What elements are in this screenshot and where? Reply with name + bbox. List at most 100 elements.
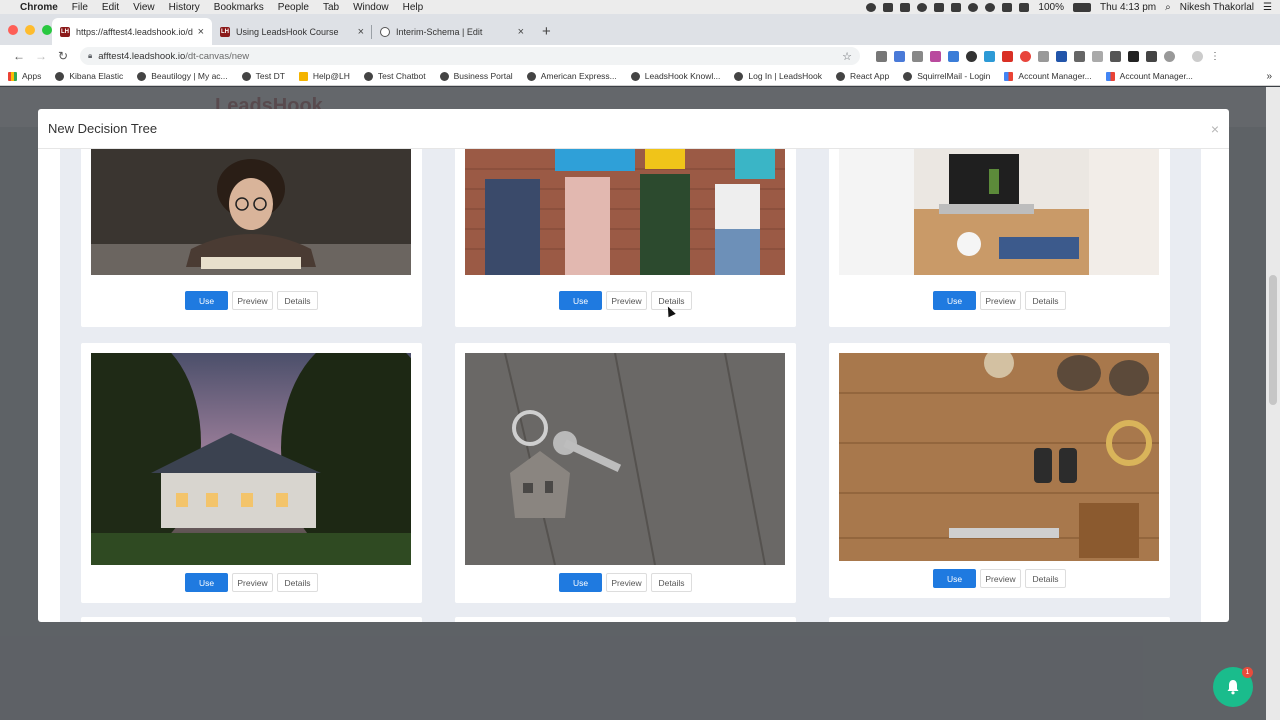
extension-icon[interactable] [894,50,905,62]
control-center-icon[interactable]: ☰ [1263,2,1272,13]
spotlight-icon[interactable]: ⌕ [1165,2,1171,13]
lock-icon[interactable]: 🔒︎ [88,51,92,61]
use-button[interactable]: Use [185,291,228,310]
menu-file[interactable]: File [72,2,88,13]
scrollbar-thumb[interactable] [1269,275,1277,405]
display-icon[interactable] [951,2,962,12]
extension-icon[interactable] [1128,50,1139,62]
chrome-menu-icon[interactable]: ⋮ [1210,51,1220,62]
camera-icon[interactable] [934,2,945,12]
sync-icon[interactable] [968,2,979,12]
bookmark-item[interactable]: Help@LH [298,71,350,81]
bookmark-item[interactable]: Log In | LeadsHook [734,71,822,81]
extension-icon[interactable] [1002,50,1013,62]
menu-window[interactable]: Window [353,2,389,13]
new-tab-icon[interactable]: + [532,23,561,45]
extension-icon[interactable] [948,50,959,62]
preview-button[interactable]: Preview [606,573,647,592]
preview-button[interactable]: Preview [980,291,1021,310]
template-gallery[interactable]: Use Preview Details Use Preview Details … [38,149,1229,622]
close-tab-icon[interactable]: × [198,26,204,38]
close-tab-icon[interactable]: × [358,26,364,38]
page-scrollbar[interactable] [1266,87,1280,720]
tab-leadshook-course[interactable]: LH Using LeadsHook Course × [212,18,372,45]
details-button[interactable]: Details [651,573,692,592]
bookmark-item[interactable]: Test Chatbot [363,71,426,81]
extension-icon[interactable] [1110,50,1121,62]
time-machine-icon[interactable] [985,2,996,12]
extension-icon[interactable] [930,50,941,62]
shield-icon[interactable] [917,2,928,12]
bookmarks-overflow-icon[interactable]: » [1266,71,1272,82]
extension-icon[interactable] [1020,50,1031,62]
bookmark-item[interactable]: Test DT [241,71,285,81]
details-button[interactable]: Details [277,573,318,592]
preview-button[interactable]: Preview [606,291,647,310]
extension-icon[interactable] [1038,50,1049,62]
menu-bookmarks[interactable]: Bookmarks [214,2,264,13]
volume-icon[interactable] [1019,2,1030,12]
close-tab-icon[interactable]: × [518,26,524,38]
menu-edit[interactable]: Edit [102,2,119,13]
extension-icon[interactable] [912,50,923,62]
use-button[interactable]: Use [559,291,602,310]
use-button[interactable]: Use [185,573,228,592]
extension-icon[interactable] [984,50,995,62]
user-name[interactable]: Nikesh Thakorlal [1180,2,1254,13]
battery-percent[interactable]: 100% [1038,2,1064,13]
details-button[interactable]: Details [1025,569,1066,588]
extension-icon[interactable] [1092,50,1103,62]
bookmark-label: Help@LH [312,71,350,81]
bookmark-star-icon[interactable]: ☆ [842,50,852,63]
preview-button[interactable]: Preview [232,573,273,592]
minimize-window-icon[interactable] [25,25,35,35]
bookmark-item[interactable]: Account Manager... [1105,71,1193,81]
battery-icon[interactable] [1072,2,1091,12]
menu-view[interactable]: View [133,2,155,13]
tab-leadshook-canvas[interactable]: LH https://afftest4.leadshook.io/d × [52,18,212,45]
leadshook-favicon-icon: LH [220,26,230,37]
bookmark-item[interactable]: LeadsHook Knowl... [630,71,720,81]
bookmark-item[interactable]: Business Portal [439,71,513,81]
bookmark-item[interactable]: Account Manager... [1004,71,1092,81]
menu-tab[interactable]: Tab [323,2,339,13]
details-button[interactable]: Details [277,291,318,310]
details-button[interactable]: Details [1025,291,1066,310]
tab-interim-schema[interactable]: Interim-Schema | Edit × [372,18,532,45]
close-window-icon[interactable] [8,25,18,35]
push-extension-icon[interactable] [1056,50,1067,62]
extension-icon[interactable] [966,50,977,62]
bookmark-item[interactable]: SquirrelMail - Login [903,71,990,81]
menu-app-name[interactable]: Chrome [20,2,58,13]
clock[interactable]: Thu 4:13 pm [1100,2,1156,13]
address-bar[interactable]: 🔒︎ afftest4.leadshook.io/dt-canvas/new ☆ [80,47,860,65]
menu-help[interactable]: Help [403,2,424,13]
close-icon[interactable]: × [1211,121,1219,137]
forward-icon[interactable]: → [30,49,52,63]
bluetooth-icon[interactable] [883,2,894,12]
menu-people[interactable]: People [278,2,309,13]
wifi-icon[interactable] [1002,2,1013,12]
bookmark-item[interactable]: React App [835,71,889,81]
extension-icon[interactable] [1074,50,1085,62]
use-button[interactable]: Use [933,291,976,310]
status-icon[interactable] [866,2,877,12]
preview-button[interactable]: Preview [232,291,273,310]
bookmark-item[interactable]: American Express... [526,71,617,81]
back-icon[interactable]: ← [8,49,30,63]
preview-button[interactable]: Preview [980,569,1021,588]
dropbox-icon[interactable] [900,2,911,12]
extension-icon[interactable] [1164,50,1175,62]
bookmark-item[interactable]: Beautilogy | My ac... [137,71,228,81]
menu-history[interactable]: History [169,2,200,13]
extension-icon[interactable] [1146,50,1157,62]
reload-icon[interactable]: ↻ [52,49,74,63]
extension-icon[interactable] [876,50,887,62]
bookmark-item[interactable]: Kibana Elastic [55,71,123,81]
use-button[interactable]: Use [933,569,976,588]
profile-avatar-icon[interactable] [1192,50,1203,62]
bookmark-apps[interactable]: Apps [8,71,41,81]
zoom-window-icon[interactable] [42,25,52,35]
template-image-office-laptop-meeting [839,149,1159,275]
use-button[interactable]: Use [559,573,602,592]
